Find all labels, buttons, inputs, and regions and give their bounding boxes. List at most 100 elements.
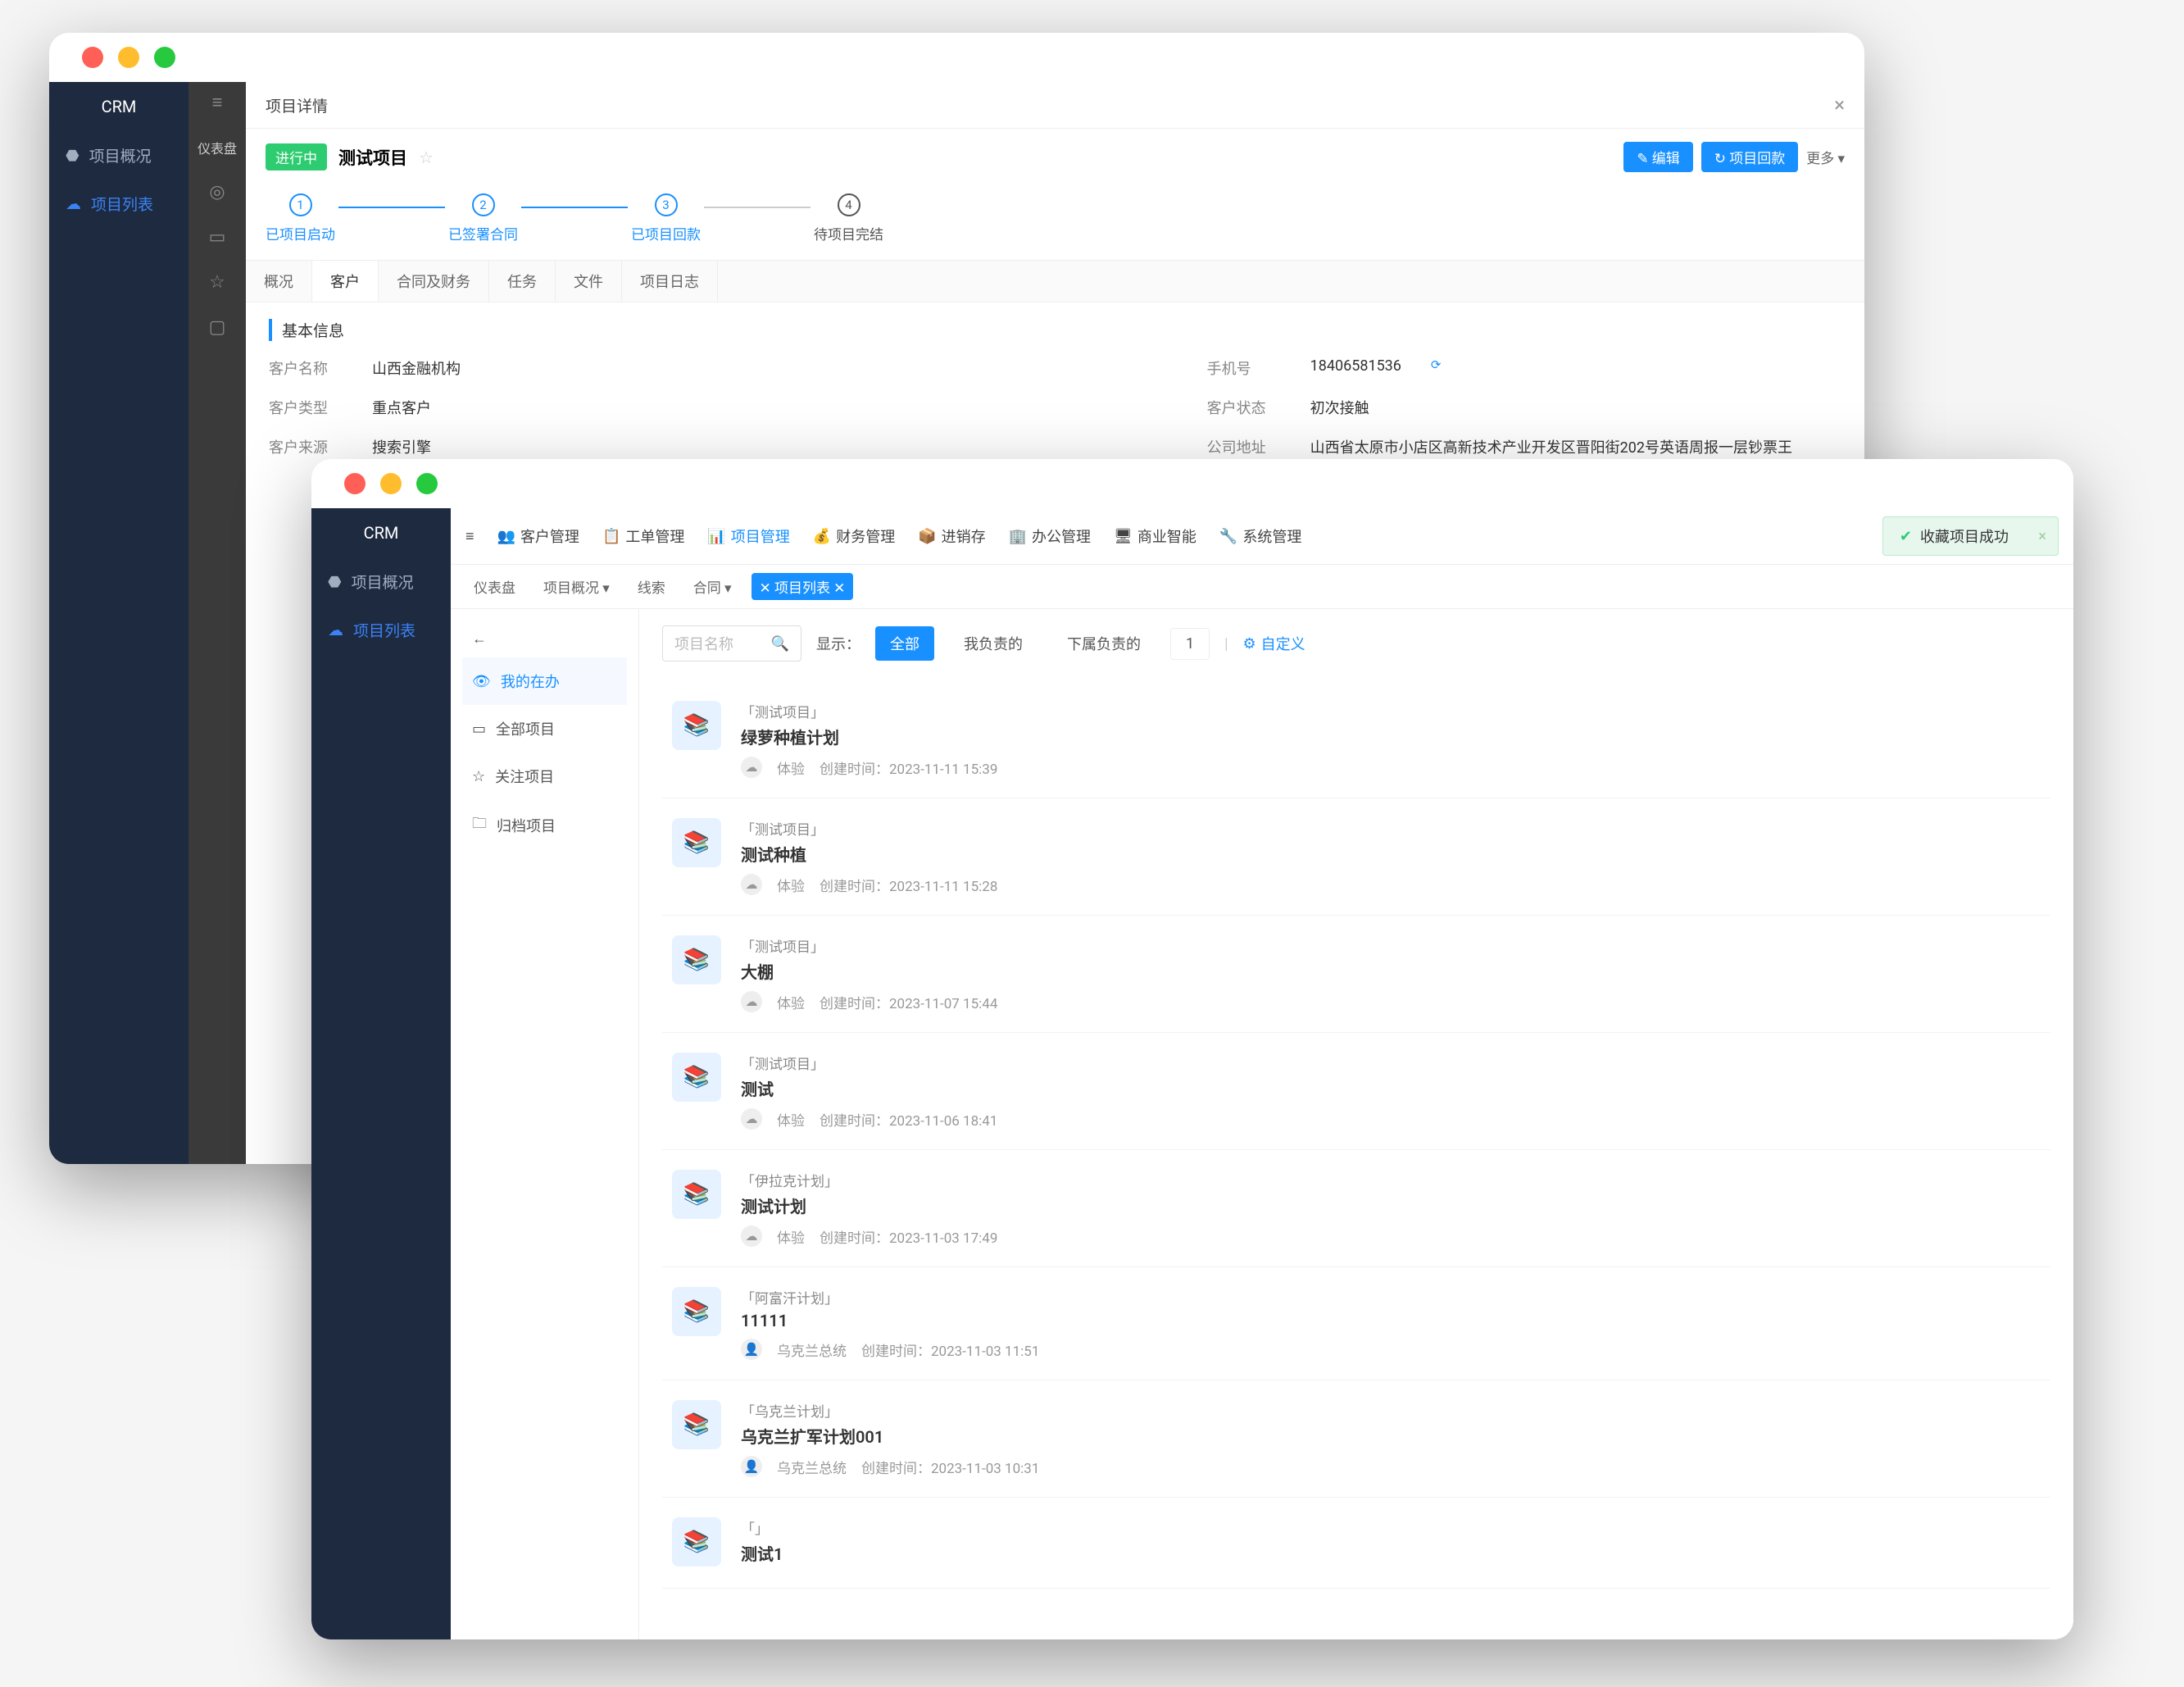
item-tag: 「阿富汗计划」 <box>741 1287 2041 1307</box>
list-item[interactable]: 📚 「测试项目」 大棚 ☁体验创建时间：2023-11-07 15:44 <box>662 916 2050 1033</box>
custom-button[interactable]: ⚙自定义 <box>1243 633 1305 654</box>
list-item[interactable]: 📚 「阿富汗计划」 11111 👤乌克兰总统创建时间：2023-11-03 11… <box>662 1267 2050 1380</box>
item-tag: 「」 <box>741 1517 2041 1538</box>
search-input[interactable]: 项目名称🔍 <box>662 625 801 662</box>
main-list: 项目名称🔍 显示： 全部 我负责的 下属负责的 1 | ⚙自定义 📚 「测试项目… <box>639 609 2073 1639</box>
nav-bi[interactable]: 🖥 商业智能 <box>1114 525 1196 547</box>
crumb-contract[interactable]: 合同 ▾ <box>685 573 740 600</box>
edit-button[interactable]: ✎ 编辑 <box>1623 142 1692 172</box>
panel-my[interactable]: 👁我的在办 <box>462 657 627 705</box>
nav-office[interactable]: 🏢 办公管理 <box>1009 525 1091 547</box>
tabs: 概况 客户 合同及财务 任务 文件 项目日志 <box>246 260 1864 302</box>
panel-back[interactable]: ← <box>462 621 627 657</box>
crumb-chip[interactable]: ✕ 项目列表 ✕ <box>751 573 854 600</box>
nav-project[interactable]: 📊 项目管理 <box>707 525 789 547</box>
tab-overview[interactable]: 概况 <box>246 261 312 302</box>
close-dot[interactable] <box>82 47 103 68</box>
item-title: 测试种植 <box>741 839 2041 869</box>
star-icon[interactable]: ☆ <box>419 148 434 167</box>
list-item[interactable]: 📚 「测试项目」 绿萝种植计划 ☁体验创建时间：2023-11-11 15:39 <box>662 681 2050 798</box>
back-button[interactable]: ↻ 项目回款 <box>1701 142 1798 172</box>
sidebar: CRM ⬣项目概况 ☁项目列表 <box>49 82 188 1164</box>
project-icon: 📚 <box>672 1400 721 1449</box>
avatar-icon: 👤 <box>741 1339 762 1360</box>
tab-contract[interactable]: 合同及财务 <box>379 261 489 302</box>
gear-icon: ⚙ <box>1243 635 1256 653</box>
list-item[interactable]: 📚 「乌克兰计划」 乌克兰扩军计划001 👤乌克兰总统创建时间：2023-11-… <box>662 1380 2050 1498</box>
list-item[interactable]: 📚 「测试项目」 测试 ☁体验创建时间：2023-11-06 18:41 <box>662 1033 2050 1150</box>
project-icon: 📚 <box>672 1287 721 1336</box>
sidebar-item-list[interactable]: ☁项目列表 <box>49 180 188 228</box>
avatar-icon: 👤 <box>741 1456 762 1477</box>
refresh-icon[interactable]: ⟳ <box>1431 357 1442 379</box>
panel-fav[interactable]: ☆关注项目 <box>462 753 627 800</box>
steps: 1已项目启动 2已签署合同 3已项目回款 4待项目完结 <box>246 185 1864 260</box>
dashboard-icon[interactable]: 仪表盘 <box>198 138 237 157</box>
avatar-icon: ☁ <box>741 991 762 1012</box>
min-dot[interactable] <box>380 473 402 494</box>
item-title: 乌克兰扩军计划001 <box>741 1421 2041 1451</box>
icon2[interactable]: ▭ <box>209 227 226 248</box>
nav-system[interactable]: 🔧 系统管理 <box>1219 525 1301 547</box>
list-item[interactable]: 📚 「测试项目」 测试种植 ☁体验创建时间：2023-11-11 15:28 <box>662 798 2050 916</box>
filter-count[interactable]: 1 <box>1170 628 1210 660</box>
search-icon: 🔍 <box>771 635 789 653</box>
crumb-overview[interactable]: 项目概况 ▾ <box>535 573 618 600</box>
avatar-icon: ☁ <box>741 757 762 778</box>
item-tag: 「测试项目」 <box>741 935 2041 956</box>
menu-icon[interactable]: ≡ <box>212 92 223 113</box>
tab-file[interactable]: 文件 <box>556 261 622 302</box>
tab-customer[interactable]: 客户 <box>312 261 379 302</box>
more-button[interactable]: 更多 ▾ <box>1806 147 1845 167</box>
filter-mine[interactable]: 我负责的 <box>949 626 1038 661</box>
titlebar <box>49 33 1864 82</box>
icon1[interactable]: ◎ <box>209 182 225 202</box>
item-title: 大棚 <box>741 956 2041 986</box>
sidebar-item-list[interactable]: ☁项目列表 <box>311 606 451 654</box>
nav-stock[interactable]: 📦 进销存 <box>918 525 985 547</box>
project-title: 测试项目 <box>338 145 407 170</box>
item-tag: 「伊拉克计划」 <box>741 1170 2041 1190</box>
subbar: ≡ 仪表盘 ◎ ▭ ☆ ▢ <box>188 82 246 1164</box>
item-tag: 「测试项目」 <box>741 701 2041 721</box>
item-title: 测试计划 <box>741 1190 2041 1221</box>
nav-finance[interactable]: 💰 财务管理 <box>813 525 895 547</box>
status-badge: 进行中 <box>266 143 327 171</box>
close-icon[interactable]: × <box>2038 528 2046 545</box>
check-icon: ✔ <box>1900 528 1912 545</box>
page-title: 项目详情 <box>266 94 328 116</box>
avatar-icon: ☁ <box>741 1225 762 1247</box>
crumb-dashboard[interactable]: 仪表盘 <box>465 573 524 600</box>
item-title: 测试 <box>741 1073 2041 1103</box>
list-item[interactable]: 📚 「伊拉克计划」 测试计划 ☁体验创建时间：2023-11-03 17:49 <box>662 1150 2050 1267</box>
crumb-lead[interactable]: 线索 <box>629 573 674 600</box>
nav-customer[interactable]: 👥 客户管理 <box>497 525 579 547</box>
success-toast: ✔ 收藏项目成功 × <box>1882 516 2059 556</box>
list-item[interactable]: 📚 「」 测试1 <box>662 1498 2050 1589</box>
nav-ticket[interactable]: 📋 工单管理 <box>602 525 684 547</box>
project-icon: 📚 <box>672 701 721 750</box>
max-dot[interactable] <box>154 47 175 68</box>
sidebar-item-overview[interactable]: ⬣项目概况 <box>49 131 188 180</box>
avatar-icon: ☁ <box>741 874 762 895</box>
menu-icon[interactable]: ≡ <box>465 528 474 545</box>
project-icon: 📚 <box>672 1517 721 1566</box>
close-icon[interactable]: × <box>1834 93 1845 116</box>
filter-all[interactable]: 全部 <box>875 626 934 661</box>
close-dot[interactable] <box>344 473 366 494</box>
icon3[interactable]: ☆ <box>209 272 225 293</box>
icon4[interactable]: ▢ <box>209 317 226 338</box>
window-list: CRM ⬣项目概况 ☁项目列表 ≡ 👥 客户管理 📋 工单管理 📊 项目管理 💰… <box>311 459 2073 1639</box>
panel-archive[interactable]: 🗀归档项目 <box>462 800 627 851</box>
panel-all[interactable]: ▭全部项目 <box>462 705 627 753</box>
item-tag: 「测试项目」 <box>741 818 2041 839</box>
tab-task[interactable]: 任务 <box>489 261 556 302</box>
breadcrumbs: 仪表盘 项目概况 ▾ 线索 合同 ▾ ✕ 项目列表 ✕ <box>451 565 2073 609</box>
topnav: ≡ 👥 客户管理 📋 工单管理 📊 项目管理 💰 财务管理 📦 进销存 🏢 办公… <box>451 508 2073 565</box>
sidebar-title: CRM <box>311 508 451 557</box>
min-dot[interactable] <box>118 47 139 68</box>
sidebar-item-overview[interactable]: ⬣项目概况 <box>311 557 451 606</box>
tab-log[interactable]: 项目日志 <box>622 261 718 302</box>
filter-sub[interactable]: 下属负责的 <box>1052 626 1156 661</box>
max-dot[interactable] <box>416 473 438 494</box>
